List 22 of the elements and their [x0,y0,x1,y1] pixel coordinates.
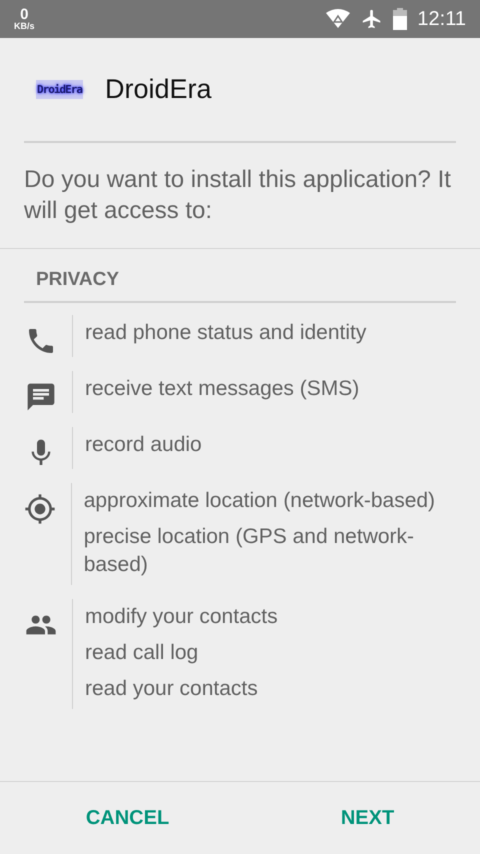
permission-text: read call log [85,640,200,666]
app-logo: DroidEra [36,80,83,99]
speed-unit: KB/s [14,22,35,31]
section-header: PRIVACY [24,249,456,303]
permission-text: approximate location (network-based) [84,488,436,514]
clock: 12:11 [417,8,466,30]
permission-text: record audio [85,432,202,458]
permission-text: modify your contacts [85,604,278,630]
install-prompt: Do you want to install this application? It will get access to: [0,143,480,249]
battery-icon [393,8,408,30]
airplane-icon [361,8,384,30]
message-icon [25,381,57,413]
permission-text: receive text messages (SMS) [85,376,360,402]
cancel-button[interactable]: CANCEL [70,798,186,838]
wifi-icon [325,9,352,29]
permission-text: precise location (GPS and network-based) [84,524,416,578]
permission-text: read phone status and identity [85,320,366,346]
app-name: DroidEra [104,74,212,105]
permission-text: read your contacts [85,676,259,702]
network-speed: 0 [20,7,28,22]
location-target-icon [24,493,56,525]
next-button[interactable]: NEXT [324,798,410,838]
